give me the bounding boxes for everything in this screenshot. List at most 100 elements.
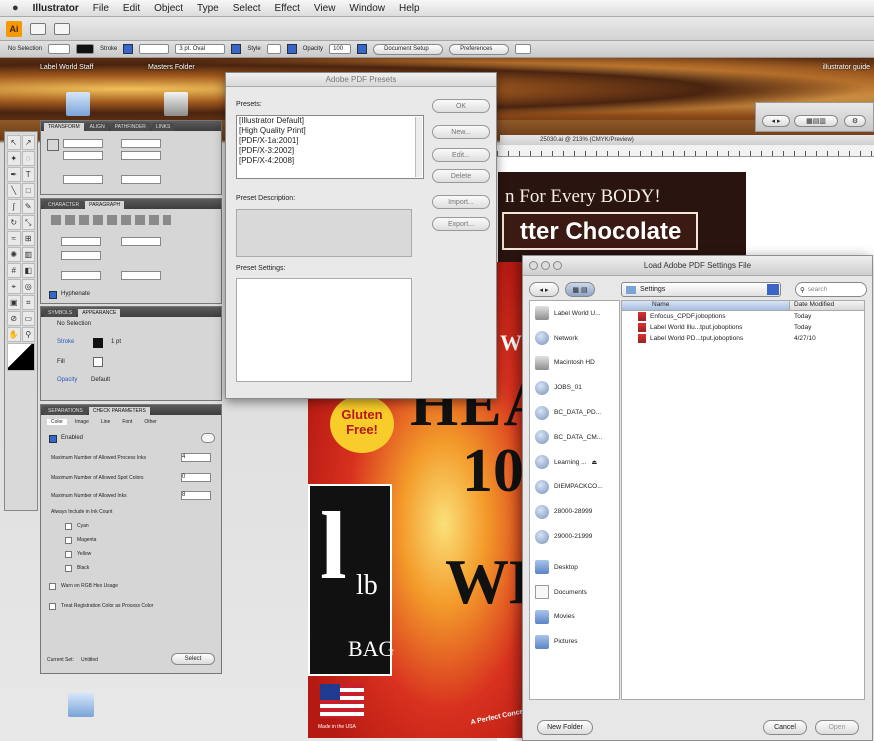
new-button[interactable]: New... — [432, 125, 490, 139]
max-process-inks-field[interactable]: 4 — [181, 453, 211, 462]
rotate-field[interactable] — [63, 175, 103, 184]
eraser-tool-icon[interactable]: ▭ — [21, 311, 35, 326]
free-transform-tool-icon[interactable]: ⊞ — [21, 231, 35, 246]
pen-tool-icon[interactable]: ✒ — [7, 167, 21, 182]
subtab-other[interactable]: Other — [140, 419, 161, 425]
opacity-field[interactable]: 100 — [329, 44, 352, 54]
file-row[interactable]: Label World PD...tput.joboptions 4/27/10 — [622, 333, 864, 344]
export-button[interactable]: Export... — [432, 217, 490, 231]
sidebar-item[interactable]: 29000-21999 — [530, 524, 619, 549]
black-checkbox[interactable] — [65, 565, 72, 572]
right-indent-field[interactable] — [121, 237, 161, 246]
reference-point-icon[interactable] — [47, 139, 59, 151]
line-tool-icon[interactable]: ╲ — [7, 183, 21, 198]
presets-scrollbar[interactable] — [415, 117, 422, 177]
sidebar-item[interactable]: BC_DATA_CM... — [530, 425, 619, 450]
subtab-image[interactable]: Image — [71, 419, 93, 425]
space-after-field[interactable] — [121, 271, 161, 280]
desktop-drive-icon[interactable] — [164, 92, 188, 116]
desktop-item-label[interactable]: Masters Folder — [148, 64, 195, 71]
apple-icon[interactable]: ● — [12, 2, 19, 14]
view-mode-button[interactable]: ▦ ▤ — [565, 282, 595, 297]
width-field[interactable] — [121, 139, 161, 148]
file-row[interactable]: Enfocus_CPDF.joboptions Today — [622, 311, 864, 322]
delete-button[interactable]: Delete — [432, 169, 490, 183]
search-field[interactable]: ⚲ search — [795, 282, 867, 297]
type-tool-icon[interactable]: T — [21, 167, 35, 182]
tab-pathfinder[interactable]: PATHFINDER — [110, 123, 150, 131]
subtab-line[interactable]: Line — [97, 419, 114, 425]
zoom-icon[interactable] — [553, 261, 562, 270]
warp-tool-icon[interactable]: ≈ — [7, 231, 21, 246]
graph-tool-icon[interactable]: ▥ — [21, 247, 35, 262]
sidebar-item[interactable]: BC_DATA_PD... — [530, 400, 619, 425]
appearance-fill[interactable]: Fill — [57, 359, 65, 365]
appearance-opacity[interactable]: Opacity — [57, 377, 77, 383]
view-buttons[interactable]: ▦▤▥ — [794, 115, 838, 127]
sidebar-item[interactable]: 28000-28999 — [530, 499, 619, 524]
new-folder-button[interactable]: New Folder — [537, 720, 593, 735]
preset-item[interactable]: [PDF/X-3:2002] — [237, 146, 423, 156]
style-selector[interactable] — [266, 44, 281, 54]
sidebar-item[interactable]: Learning ... ⏏ — [530, 450, 619, 475]
sidebar-item[interactable]: Label World U... — [530, 301, 619, 326]
max-spot-colors-field[interactable]: 0 — [181, 473, 211, 482]
column-date-header[interactable]: Date Modified — [790, 301, 834, 310]
max-inks-field[interactable]: 8 — [181, 491, 211, 500]
back-forward-button[interactable]: ◂ ▸ — [529, 282, 559, 297]
hyphenate-checkbox[interactable] — [49, 291, 57, 299]
brush-dropdown[interactable] — [231, 44, 242, 54]
menu-object[interactable]: Object — [154, 3, 183, 14]
direct-selection-tool-icon[interactable]: ↗ — [21, 135, 35, 150]
menu-select[interactable]: Select — [233, 3, 261, 14]
sidebar-item-desktop[interactable]: Desktop — [530, 555, 619, 580]
close-icon[interactable] — [529, 261, 538, 270]
sidebar-item[interactable]: Network — [530, 326, 619, 351]
menu-window[interactable]: Window — [349, 3, 385, 14]
fill-color-selector[interactable] — [48, 44, 71, 54]
y-field[interactable] — [63, 151, 103, 160]
menu-view[interactable]: View — [314, 3, 336, 14]
menu-edit[interactable]: Edit — [123, 3, 140, 14]
document-setup-button[interactable]: Document Setup — [373, 43, 444, 55]
tab-paragraph[interactable]: PARAGRAPH — [85, 201, 125, 209]
menu-app-name[interactable]: Illustrator — [33, 3, 79, 14]
eject-icon[interactable]: ⏏ — [592, 459, 598, 466]
desktop-folder-icon[interactable] — [68, 693, 94, 717]
shear-field[interactable] — [121, 175, 161, 184]
stroke-weight-stepper[interactable] — [123, 44, 134, 54]
crop-tool-icon[interactable]: ⌗ — [21, 295, 35, 310]
zoom-tool-icon[interactable]: ⚲ — [21, 327, 35, 342]
tab-check-parameters[interactable]: CHECK PARAMETERS — [88, 407, 150, 415]
arrange-documents-icon[interactable] — [54, 22, 70, 35]
tab-align[interactable]: ALIGN — [85, 123, 109, 131]
preset-item[interactable]: [PDF/X-4:2008] — [237, 156, 423, 166]
appearance-stroke[interactable]: Stroke — [57, 339, 74, 345]
file-row[interactable]: Label World Illu...tput.joboptions Today — [622, 322, 864, 333]
back-forward-button[interactable]: ◂ ▸ — [762, 115, 790, 127]
selection-tool-icon[interactable]: ↖ — [7, 135, 21, 150]
registration-checkbox[interactable] — [49, 603, 56, 610]
gradient-tool-icon[interactable]: ◧ — [21, 263, 35, 278]
pencil-tool-icon[interactable]: ✎ — [21, 199, 35, 214]
height-field[interactable] — [121, 151, 161, 160]
tab-symbols[interactable]: SYMBOLS — [44, 309, 77, 317]
stroke-weight-field[interactable] — [139, 44, 170, 54]
rotate-tool-icon[interactable]: ↻ — [7, 215, 21, 230]
live-paint-tool-icon[interactable]: ▣ — [7, 295, 21, 310]
sidebar-item[interactable]: JOBS_01 — [530, 375, 619, 400]
subtab-font[interactable]: Font — [118, 419, 136, 425]
brush-tool-icon[interactable]: ∫ — [7, 199, 21, 214]
mesh-tool-icon[interactable]: # — [7, 263, 21, 278]
tab-transform[interactable]: TRANSFORM — [44, 123, 84, 131]
open-button[interactable]: Open — [815, 720, 859, 735]
eyedropper-tool-icon[interactable]: ⌖ — [7, 279, 21, 294]
menu-help[interactable]: Help — [399, 3, 420, 14]
warn-rgb-checkbox[interactable] — [49, 583, 56, 590]
edit-button[interactable]: Edit... — [432, 148, 490, 162]
lasso-tool-icon[interactable]: ◌ — [21, 151, 35, 166]
brush-field[interactable]: 3 pt. Oval — [175, 44, 226, 54]
sidebar-item-documents[interactable]: Documents — [530, 580, 619, 605]
desktop-item-label[interactable]: illustrator guide — [818, 64, 870, 71]
sidebar-item-movies[interactable]: Movies — [530, 605, 619, 630]
